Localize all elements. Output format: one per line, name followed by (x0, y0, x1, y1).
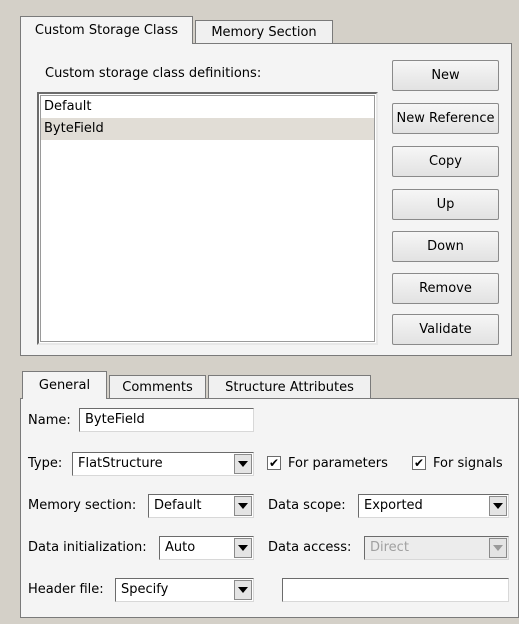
tab-label: Memory Section (211, 25, 317, 40)
data-access-select: Direct (364, 536, 509, 560)
tab-label: Custom Storage Class (34, 23, 179, 38)
copy-button[interactable]: Copy (392, 146, 499, 177)
tab-structure-attributes[interactable]: Structure Attributes (208, 375, 371, 399)
data-init-value: Auto (165, 540, 196, 555)
remove-button[interactable]: Remove (392, 273, 499, 304)
chevron-down-icon[interactable] (234, 580, 252, 600)
data-access-value: Direct (370, 540, 409, 555)
data-init-label: Data initialization: (28, 540, 147, 555)
tab-memory-section[interactable]: Memory Section (195, 20, 333, 44)
up-button[interactable]: Up (392, 189, 499, 220)
data-access-label: Data access: (268, 540, 352, 555)
memory-section-value: Default (154, 498, 202, 513)
chevron-down-icon[interactable] (234, 454, 252, 474)
chevron-down-icon (489, 538, 507, 558)
tab-label: General (38, 378, 91, 393)
tab-custom-storage-class[interactable]: Custom Storage Class (20, 16, 193, 44)
tab-comments[interactable]: Comments (109, 375, 206, 399)
type-select[interactable]: FlatStructure (72, 452, 254, 476)
type-value: FlatStructure (78, 456, 163, 471)
definitions-list[interactable]: Default ByteField (37, 92, 378, 345)
for-signals-label: For signals (433, 456, 503, 471)
new-reference-button[interactable]: New Reference (392, 103, 499, 134)
memory-section-label: Memory section: (28, 498, 137, 513)
list-item-default[interactable]: Default (41, 96, 374, 118)
data-init-select[interactable]: Auto (159, 536, 254, 560)
data-scope-label: Data scope: (268, 498, 346, 513)
name-field[interactable]: ByteField (79, 408, 254, 432)
list-item-bytefield[interactable]: ByteField (41, 118, 374, 140)
tab-label: Structure Attributes (225, 380, 354, 395)
for-signals-checkbox[interactable]: ✔ (412, 456, 426, 470)
name-label: Name: (28, 413, 71, 428)
type-label: Type: (28, 456, 63, 471)
header-file-select[interactable]: Specify (115, 578, 254, 602)
tab-general[interactable]: General (22, 371, 107, 399)
data-scope-select[interactable]: Exported (358, 494, 509, 518)
header-file-name-field[interactable] (282, 578, 509, 602)
chevron-down-icon[interactable] (234, 538, 252, 558)
new-button[interactable]: New (392, 60, 499, 91)
tab-label: Comments (122, 380, 193, 395)
chevron-down-icon[interactable] (489, 496, 507, 516)
for-parameters-checkbox[interactable]: ✔ (267, 456, 281, 470)
chevron-down-icon[interactable] (234, 496, 252, 516)
header-file-label: Header file: (28, 582, 104, 597)
header-file-value: Specify (121, 582, 169, 597)
down-button[interactable]: Down (392, 231, 499, 262)
data-scope-value: Exported (364, 498, 423, 513)
for-parameters-label: For parameters (288, 456, 388, 471)
validate-button[interactable]: Validate (392, 314, 499, 345)
definitions-label: Custom storage class definitions: (45, 66, 262, 81)
memory-section-select[interactable]: Default (148, 494, 254, 518)
